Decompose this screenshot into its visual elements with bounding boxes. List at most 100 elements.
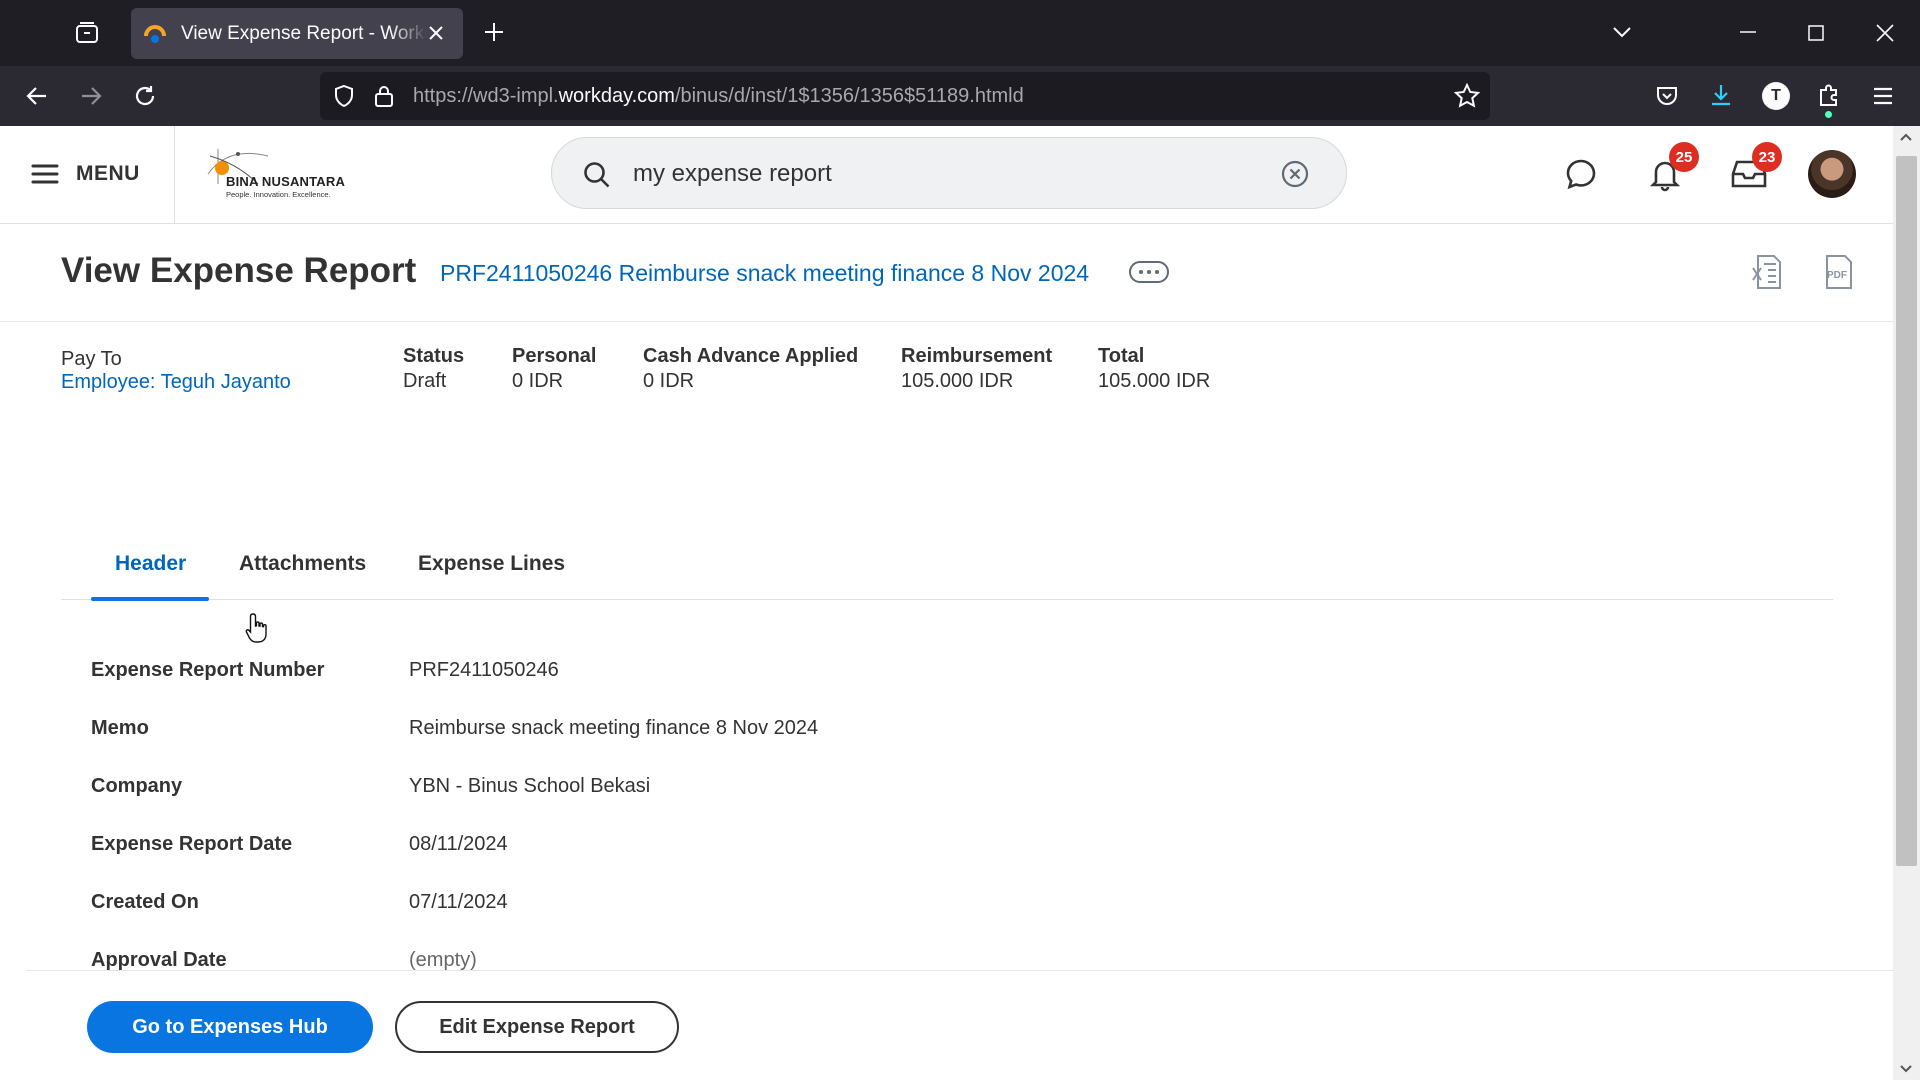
personal-value: 0 IDR [512,370,564,392]
url-path: /binus/d/inst/1$1356/1356$51189.htmld [674,85,1024,107]
export-pdf-icon[interactable]: PDF [1823,254,1855,290]
menu-label: MENU [76,162,140,185]
scroll-down-arrow-icon[interactable] [1899,1064,1913,1074]
summary-reimbursement: Reimbursement 105.000 IDR [901,345,1052,393]
personal-label: Personal [512,345,597,367]
total-label: Total [1098,345,1145,367]
global-menu-button[interactable]: MENU [30,154,140,194]
new-tab-icon[interactable] [482,20,506,44]
forward-arrow-icon[interactable] [78,83,104,109]
pocket-icon[interactable] [1654,83,1680,109]
menu-hamburger-icon [31,164,59,184]
close-window-icon[interactable] [1873,21,1897,45]
summary-personal: Personal 0 IDR [512,345,596,393]
total-value: 105.000 IDR [1098,370,1211,392]
related-actions-button[interactable] [1129,261,1169,283]
company-link[interactable]: YBN - Binus School Bekasi [409,775,650,798]
hamburger-menu-icon[interactable] [1870,83,1896,109]
browser-tab-bar: View Expense Report - Workday [0,0,1920,66]
minimize-window-icon[interactable] [1736,22,1760,42]
url-text[interactable]: https://wd3-impl.workday.com/binus/d/ins… [413,85,1024,108]
summary-status: Status Draft [403,345,464,393]
page-title: View Expense Report [61,251,417,290]
extension-status-dot [1825,111,1832,118]
field-label: Approval Date [91,949,227,971]
field-label: Expense Report Date [91,833,293,855]
notifications-count-badge: 25 [1669,142,1699,172]
more-dots-icon [1147,270,1151,274]
tab-header-label: Header [115,552,187,575]
reimbursement-value: 105.000 IDR [901,370,1014,392]
header-divider [174,126,175,224]
status-label: Status [403,345,465,367]
url-host: workday.com [558,85,675,107]
browser-nav-bar: https://wd3-impl.workday.com/binus/d/ins… [0,66,1920,126]
user-avatar[interactable] [1808,150,1856,198]
field-value: (empty) [409,949,477,971]
status-value: Draft [403,370,447,392]
expense-report-record-link[interactable]: PRF2411050246 Reimburse snack meeting fi… [440,260,1089,287]
field-value: PRF2411050246 [409,659,559,681]
tab-header[interactable]: Header [91,540,209,601]
summary-total: Total 105.000 IDR [1098,345,1210,393]
address-bar[interactable]: https://wd3-impl.workday.com/binus/d/ins… [320,72,1490,120]
logo-tagline: People. Innovation. Excellence. [226,190,331,199]
field-label: Memo [91,717,149,739]
list-tabs-chevron-down-icon[interactable] [1610,22,1634,42]
go-to-expenses-hub-button[interactable]: Go to Expenses Hub [87,1001,373,1053]
more-dots-icon [1155,270,1159,274]
company-logo[interactable]: BINA NUSANTARA People. Innovation. Excel… [198,144,348,204]
hand-cursor-icon [245,613,267,643]
field-value: 07/11/2024 [409,891,508,913]
tab-expense-lines[interactable]: Expense Lines [418,540,568,600]
search-value: my expense report [633,160,832,187]
summary-pay-to: Pay To Employee: Teguh Jayanto [61,348,291,394]
summary-cash-advance: Cash Advance Applied 0 IDR [643,345,858,393]
scroll-up-arrow-icon[interactable] [1899,132,1913,142]
bookmark-star-icon[interactable] [1454,83,1480,109]
export-excel-icon[interactable] [1750,254,1784,290]
tab-title: View Expense Report - Workday [181,22,427,44]
active-tab-indicator [91,597,209,601]
chat-bubble-icon[interactable] [1564,157,1598,191]
extensions-puzzle-icon[interactable] [1816,82,1842,108]
field-label: Company [91,775,183,797]
cash-advance-label: Cash Advance Applied [643,345,859,367]
pay-to-value-link[interactable]: Employee: Teguh Jayanto [61,371,291,394]
tracking-protection-shield-icon[interactable] [332,84,356,108]
scrollbar-thumb[interactable] [1896,156,1917,866]
tab-expense-lines-label: Expense Lines [418,552,566,575]
back-arrow-icon[interactable] [24,83,50,109]
cash-advance-value: 0 IDR [643,370,695,392]
inbox-count-badge: 23 [1752,142,1782,172]
reload-icon[interactable] [132,83,158,109]
more-dots-icon [1139,270,1143,274]
tab-attachments-label: Attachments [239,552,367,575]
workday-header: MENU BINA NUSANTARA People. Innovation. … [0,126,1893,224]
extension-t-icon[interactable]: T [1762,82,1790,110]
field-value: Reimburse snack meeting finance 8 Nov 20… [409,717,819,739]
tab-attachments[interactable]: Attachments [239,540,379,600]
action-footer-bar: Go to Expenses Hub Edit Expense Report [26,970,1893,1080]
page-title-row: View Expense Report PRF2411050246 Reimbu… [0,224,1893,322]
browser-tab-active[interactable]: View Expense Report - Workday [131,8,463,59]
clear-search-icon[interactable] [1280,159,1310,189]
field-label: Created On [91,891,199,913]
logo-name: BINA NUSANTARA [226,174,346,189]
pay-to-label: Pay To [61,348,122,370]
url-prefix: https://wd3-impl. [413,85,559,107]
reimbursement-label: Reimbursement [901,345,1053,367]
maximize-window-icon[interactable] [1805,22,1827,44]
svg-text:PDF: PDF [1827,270,1847,281]
downloads-icon[interactable] [1708,82,1734,108]
tab-overview-icon[interactable] [74,20,100,46]
search-icon [584,162,610,188]
search-input[interactable]: my expense report [551,137,1347,209]
field-label: Expense Report Number [91,659,325,681]
workday-favicon-icon [144,24,166,43]
close-tab-icon[interactable] [425,22,447,44]
field-value: 08/11/2024 [409,833,508,855]
tab-bar: Header Attachments Expense Lines [61,540,1833,601]
edit-expense-report-button[interactable]: Edit Expense Report [395,1001,679,1053]
lock-icon[interactable] [373,84,395,108]
